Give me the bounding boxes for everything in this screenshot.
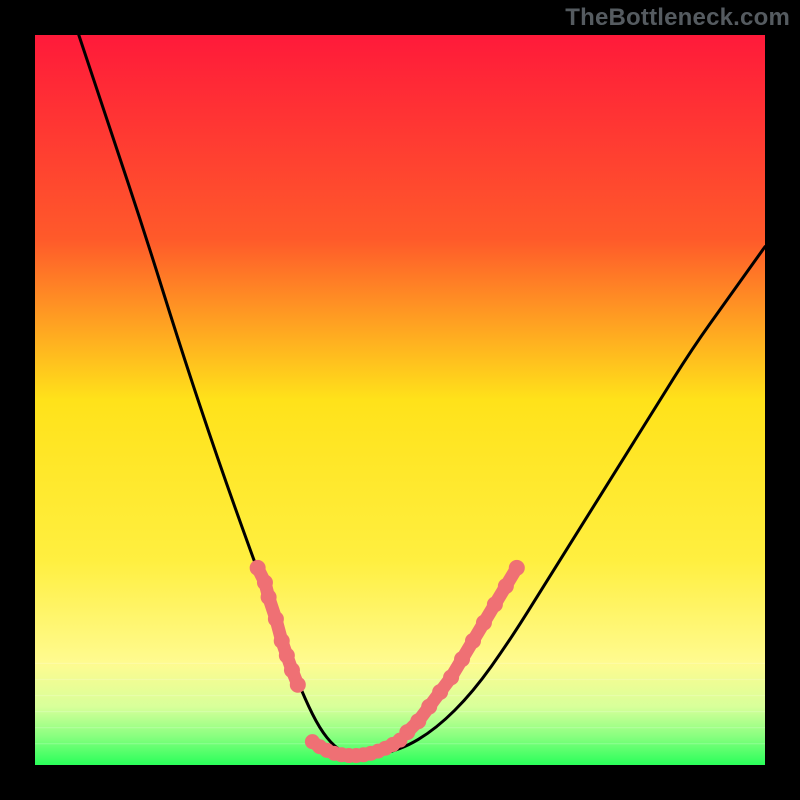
- grid-band: [35, 711, 765, 712]
- accent-right-bead: [465, 633, 481, 649]
- accent-right-bead: [487, 596, 503, 612]
- chart-background: [35, 35, 765, 765]
- accent-right-bead: [498, 578, 514, 594]
- accent-left-bead: [290, 677, 306, 693]
- grid-band: [35, 663, 765, 664]
- accent-left-bead: [261, 589, 277, 605]
- grid-band: [35, 727, 765, 728]
- accent-right-bead: [432, 684, 448, 700]
- accent-right-bead: [421, 699, 437, 715]
- accent-right-bead: [443, 669, 459, 685]
- accent-left-bead: [257, 575, 273, 591]
- plot-area: [35, 35, 765, 765]
- accent-left-bead: [279, 648, 295, 664]
- accent-left-bead: [284, 662, 300, 678]
- accent-right-bead: [509, 560, 525, 576]
- accent-left-bead: [268, 611, 284, 627]
- accent-right-bead: [454, 651, 470, 667]
- watermark-text: TheBottleneck.com: [565, 4, 790, 32]
- accent-right-bead: [410, 713, 426, 729]
- accent-left-bead: [274, 633, 290, 649]
- grid-band: [35, 695, 765, 696]
- accent-left-bead: [250, 560, 266, 576]
- chart-frame: TheBottleneck.com: [0, 0, 800, 800]
- accent-right-bead: [476, 615, 492, 631]
- grid-band: [35, 679, 765, 680]
- bottleneck-chart-svg: [35, 35, 765, 765]
